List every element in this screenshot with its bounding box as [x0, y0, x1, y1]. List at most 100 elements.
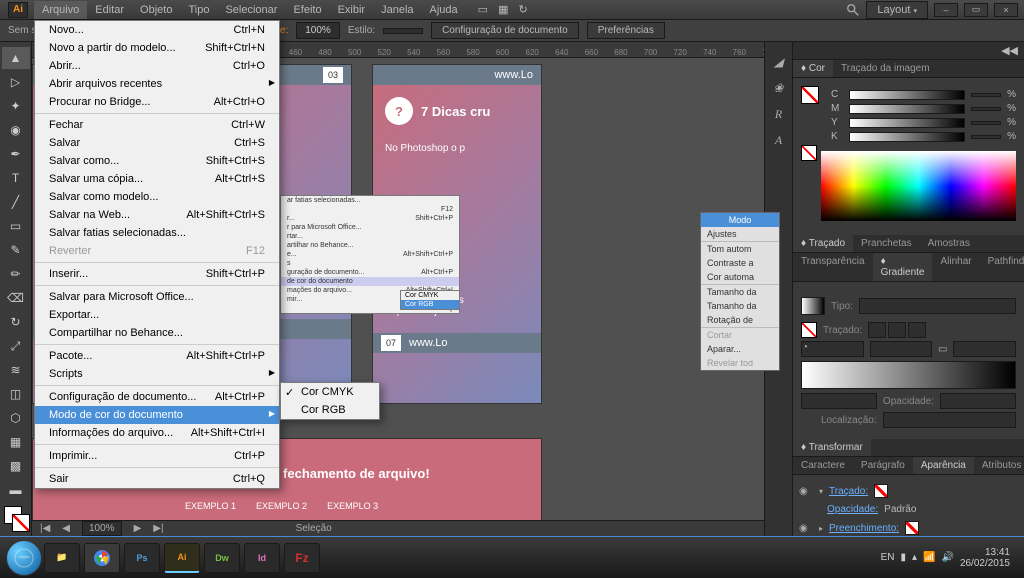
stroke-swatch[interactable]	[12, 514, 30, 532]
k-slider[interactable]	[849, 132, 965, 142]
paintbrush-tool[interactable]: ✎	[2, 239, 30, 261]
toolbar-icon[interactable]: ▦	[498, 3, 508, 16]
submenu-cmyk[interactable]: ✓Cor CMYK	[281, 383, 379, 401]
gradient-tab[interactable]: ♦ Gradiente	[873, 253, 933, 281]
fill-indicator[interactable]	[801, 86, 819, 104]
file-menu-item[interactable]: SairCtrl+Q	[35, 470, 279, 488]
context-item[interactable]: Contraste a	[701, 256, 779, 270]
shapebuilder-tool[interactable]: ⬡	[2, 407, 30, 429]
file-menu-item[interactable]: Salvar como modelo...	[35, 188, 279, 206]
file-menu-item[interactable]: Salvar fatias selecionadas...	[35, 224, 279, 242]
lang-indicator[interactable]: EN	[881, 552, 895, 563]
file-menu-item[interactable]: Procurar no Bridge...Alt+Ctrl+O	[35, 93, 279, 111]
swatches-tab[interactable]: Amostras	[920, 235, 978, 252]
appearance-tab[interactable]: Aparência	[913, 457, 974, 474]
gradient-slider[interactable]	[801, 361, 1016, 389]
search-icon[interactable]	[846, 3, 860, 17]
c-slider[interactable]	[849, 90, 965, 100]
file-menu-item[interactable]: Imprimir...Ctrl+P	[35, 447, 279, 465]
tray-volume-icon[interactable]: 🔊	[941, 552, 953, 563]
scale-tool[interactable]: ⤢	[2, 335, 30, 357]
taskbar-photoshop[interactable]: Ps	[124, 543, 160, 573]
taskbar-indesign[interactable]: Id	[244, 543, 280, 573]
toolbar-icon[interactable]: ▭	[478, 3, 488, 16]
file-menu-item[interactable]: Abrir...Ctrl+O	[35, 57, 279, 75]
file-menu-item[interactable]: Pacote...Alt+Shift+Ctrl+P	[35, 347, 279, 365]
menu-arquivo[interactable]: Arquivo	[34, 1, 87, 19]
stroke-opt-2[interactable]	[888, 322, 906, 338]
file-menu-item[interactable]: Salvar uma cópia...Alt+Ctrl+S	[35, 170, 279, 188]
nav-next-icon[interactable]: ▶	[134, 523, 142, 534]
type-panel-icon[interactable]: A	[769, 130, 789, 150]
attributes-tab[interactable]: Atributos	[974, 457, 1024, 474]
pen-tool[interactable]: ✒	[2, 143, 30, 165]
free-transform-tool[interactable]: ◫	[2, 383, 30, 405]
m-slider[interactable]	[849, 104, 965, 114]
tray-network-icon[interactable]: 📶	[923, 552, 935, 563]
color-spectrum[interactable]	[821, 151, 1016, 221]
line-tool[interactable]: ╱	[2, 191, 30, 213]
file-menu-item[interactable]: FecharCtrl+W	[35, 116, 279, 134]
clock[interactable]: 13:41 26/02/2015	[960, 547, 1010, 569]
angle-field[interactable]	[870, 341, 933, 357]
menu-ajuda[interactable]: Ajuda	[422, 1, 466, 19]
minimize-button[interactable]: –	[934, 3, 958, 17]
taskbar-filezilla[interactable]: Fz	[284, 543, 320, 573]
opacity-field[interactable]: 100%	[296, 22, 340, 39]
stroke-opt-3[interactable]	[908, 322, 926, 338]
taskbar-chrome[interactable]	[84, 543, 120, 573]
stroke-opt-1[interactable]	[868, 322, 886, 338]
pathfinder-tab[interactable]: Pathfinder	[980, 253, 1024, 281]
file-menu-item[interactable]: Salvar como...Shift+Ctrl+S	[35, 152, 279, 170]
gradient-tool[interactable]: ▬	[2, 479, 30, 501]
tray-flag-icon[interactable]: ▮	[900, 552, 906, 563]
direct-selection-tool[interactable]: ▷	[2, 71, 30, 93]
color-swatches[interactable]	[0, 502, 31, 536]
nav-last-icon[interactable]: ▶|	[153, 523, 163, 534]
stroke-swatch[interactable]	[874, 484, 888, 498]
file-menu-item[interactable]: Salvar na Web...Alt+Shift+Ctrl+S	[35, 206, 279, 224]
appearance-fill[interactable]: Preenchimento:	[829, 523, 899, 534]
character-tab[interactable]: Caractere	[793, 457, 853, 474]
stroke-tab[interactable]: ♦ Traçado	[793, 235, 853, 252]
rectangle-tool[interactable]: ▭	[2, 215, 30, 237]
context-item[interactable]: Ajustes	[701, 227, 779, 241]
menu-objeto[interactable]: Objeto	[132, 1, 180, 19]
close-button[interactable]: ×	[994, 3, 1018, 17]
aspect-field[interactable]	[953, 341, 1016, 357]
menu-janela[interactable]: Janela	[373, 1, 421, 19]
context-item[interactable]: Aparar...	[701, 342, 779, 356]
expand-toggle[interactable]: ▾	[819, 487, 823, 496]
context-item[interactable]: Tamanho da	[701, 285, 779, 299]
restore-button[interactable]: ▭	[964, 3, 988, 17]
perspective-tool[interactable]: ▦	[2, 431, 30, 453]
gradient-preview[interactable]	[801, 297, 825, 315]
menu-exibir[interactable]: Exibir	[330, 1, 374, 19]
y-slider[interactable]	[849, 118, 965, 128]
magic-wand-tool[interactable]: ✦	[2, 95, 30, 117]
file-menu-item[interactable]: Configuração de documento...Alt+Ctrl+P	[35, 388, 279, 406]
menu-editar[interactable]: Editar	[87, 1, 132, 19]
lasso-tool[interactable]: ◉	[2, 119, 30, 141]
panel-collapse-icon[interactable]: ◀◀	[995, 42, 1024, 59]
m-value[interactable]	[971, 107, 1001, 111]
menu-tipo[interactable]: Tipo	[180, 1, 217, 19]
mesh-tool[interactable]: ▩	[2, 455, 30, 477]
taskbar-explorer[interactable]: 📁	[44, 543, 80, 573]
color-tab[interactable]: ♦ Cor	[793, 60, 833, 77]
symbols-panel-icon[interactable]: R	[769, 104, 789, 124]
rotate-tool[interactable]: ↻	[2, 311, 30, 333]
style-dropdown[interactable]	[383, 28, 423, 34]
align-tab[interactable]: Alinhar	[932, 253, 979, 281]
nav-first-icon[interactable]: |◀	[40, 523, 50, 534]
context-item[interactable]: Cor automa	[701, 270, 779, 284]
image-trace-tab[interactable]: Traçado da imagem	[833, 60, 938, 77]
doc-setup-button[interactable]: Configuração de documento	[431, 22, 579, 39]
stop-opacity-field[interactable]	[940, 393, 1016, 409]
sync-icon[interactable]: ↻	[518, 3, 527, 16]
width-tool[interactable]: ≋	[2, 359, 30, 381]
context-item[interactable]: Tamanho da	[701, 299, 779, 313]
selection-tool[interactable]: ▲	[2, 47, 30, 69]
gradient-type-dropdown[interactable]	[859, 298, 1016, 314]
file-menu-item[interactable]: Inserir...Shift+Ctrl+P	[35, 265, 279, 283]
